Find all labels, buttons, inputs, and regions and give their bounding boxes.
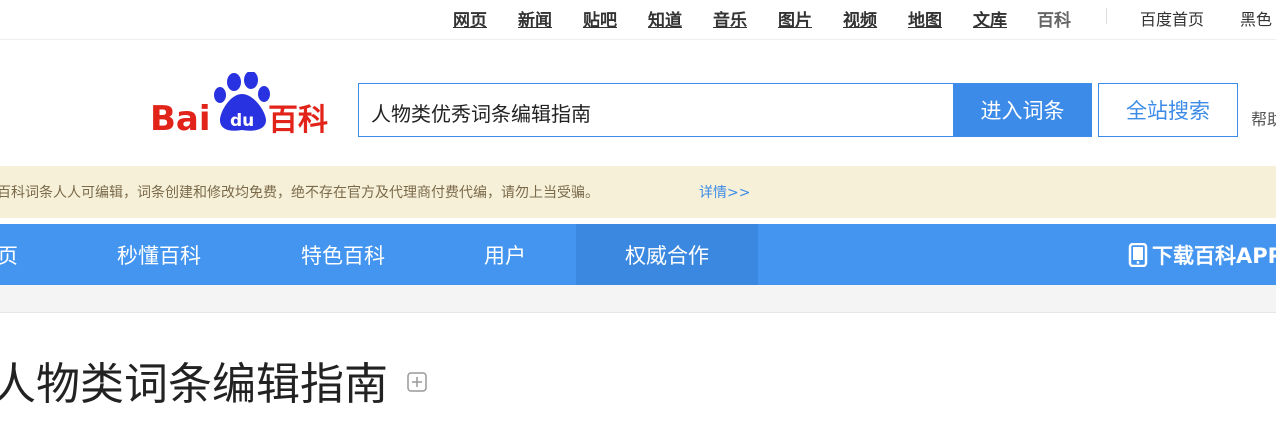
baike-logo-icon: du Bai 百科 bbox=[150, 71, 328, 139]
download-app-label: 下载百科APP bbox=[1152, 243, 1276, 268]
topnav-link-baike[interactable]: 百科 bbox=[1037, 6, 1071, 31]
mainnav-item-miaodong[interactable]: 秒懂百科 bbox=[86, 224, 232, 285]
mainnav-item-label: 秒懂百科 bbox=[117, 243, 201, 268]
mainnav-item-label: 用户 bbox=[484, 243, 526, 268]
mainnav-item-featured[interactable]: 特色百科 bbox=[270, 224, 416, 285]
topnav-link-images[interactable]: 图片 bbox=[778, 6, 812, 31]
topnav-link-music[interactable]: 音乐 bbox=[713, 6, 747, 31]
help-link[interactable]: 帮助 bbox=[1251, 106, 1276, 130]
plus-square-icon bbox=[407, 372, 427, 392]
site-search-button[interactable]: 全站搜索 bbox=[1098, 83, 1238, 137]
topnav-link-news[interactable]: 新闻 bbox=[518, 6, 552, 31]
topnav-link-video[interactable]: 视频 bbox=[843, 6, 877, 31]
phone-icon bbox=[1128, 242, 1148, 267]
add-icon[interactable] bbox=[407, 372, 427, 392]
topnav-link-wenku[interactable]: 文库 bbox=[973, 6, 1007, 31]
anti-fraud-notice: 百科词条人人可编辑，词条创建和修改均免费，绝不存在官方及代理商付费代编，请勿上当… bbox=[0, 166, 1276, 218]
breadcrumb-band bbox=[0, 285, 1276, 313]
mainnav-item-label: 特色百科 bbox=[301, 243, 385, 268]
download-app-link[interactable]: 下载百科APP bbox=[1128, 224, 1276, 285]
svg-text:Bai: Bai bbox=[150, 99, 211, 134]
mainnav-item-label: 权威合作 bbox=[625, 243, 709, 268]
search-input-value: 人物类优秀词条编辑指南 bbox=[371, 102, 591, 126]
page-title: 人物类词条编辑指南 bbox=[0, 359, 388, 410]
mainnav-item-label: 首页 bbox=[0, 243, 18, 268]
baidu-baike-logo[interactable]: du Bai 百科 bbox=[150, 71, 335, 139]
enter-entry-button[interactable]: 进入词条 bbox=[953, 83, 1092, 137]
main-navigation-bar: 首页 秒懂百科 特色百科 用户 权威合作 下载百科APP bbox=[0, 224, 1276, 285]
topnav-link-map[interactable]: 地图 bbox=[908, 6, 942, 31]
notice-details-link[interactable]: 详情>> bbox=[699, 182, 750, 202]
mainnav-item-users[interactable]: 用户 bbox=[432, 224, 578, 285]
svg-text:百科: 百科 bbox=[268, 103, 328, 134]
top-navigation-bar: 网页 新闻 贴吧 知道 音乐 图片 视频 地图 文库 百科 百度首页 黑色 bbox=[0, 0, 1276, 40]
topnav-divider bbox=[1106, 8, 1107, 24]
dark-theme-toggle[interactable]: 黑色 bbox=[1240, 6, 1272, 30]
topnav-link-zhidao[interactable]: 知道 bbox=[648, 6, 682, 31]
mainnav-item-home[interactable]: 首页 bbox=[0, 224, 60, 285]
topnav-link-web[interactable]: 网页 bbox=[453, 6, 487, 31]
notice-message: 百科词条人人可编辑，词条创建和修改均免费，绝不存在官方及代理商付费代编，请勿上当… bbox=[0, 185, 599, 201]
mainnav-item-authority[interactable]: 权威合作 bbox=[576, 224, 758, 285]
baike-page: 网页 新闻 贴吧 知道 音乐 图片 视频 地图 文库 百科 百度首页 黑色 du… bbox=[0, 0, 1276, 428]
topnav-link-tieba[interactable]: 贴吧 bbox=[583, 6, 617, 31]
baidu-home-link[interactable]: 百度首页 bbox=[1140, 6, 1204, 30]
svg-text:du: du bbox=[230, 111, 254, 131]
search-input[interactable]: 人物类优秀词条编辑指南 bbox=[358, 83, 954, 137]
